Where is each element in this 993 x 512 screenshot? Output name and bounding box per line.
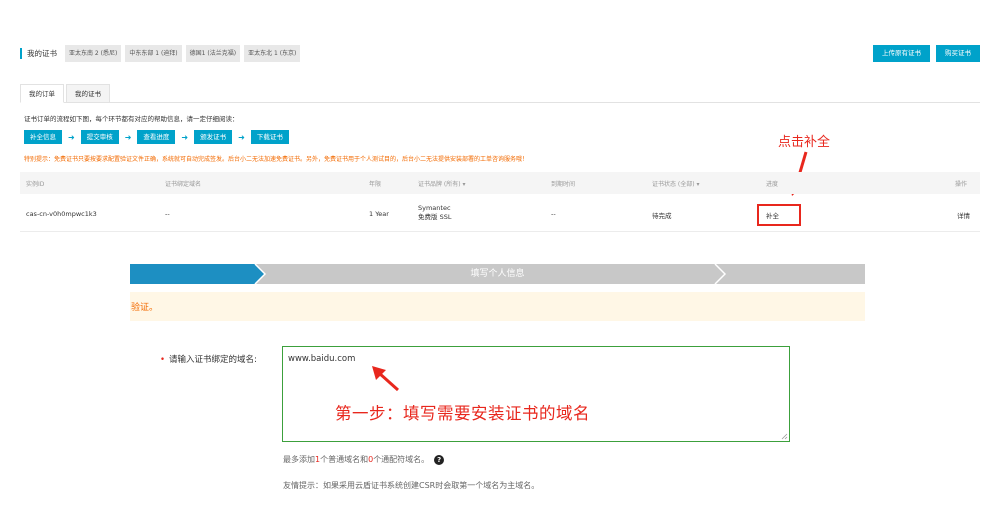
brand-edition: 免费版 SSL [418,213,452,221]
domain-limit-hint: 最多添加 1 个普通域名和 0 个通配符域名。 ? [283,454,445,465]
step-complete-info[interactable]: 补全信息 [24,130,62,144]
csr-tip: 友情提示：如果采用云盾证书系统创建CSR时会取第一个域名为主域名。 [283,481,540,490]
instance-id: cas-cn-v0h0mpwc1k3 [26,210,97,218]
arrow-right-icon: ➜ [181,132,189,142]
tab-my-certificates[interactable]: 我的证书 [66,84,110,103]
col-actions: 操作 [955,181,968,188]
col-instance-id: 实例ID [26,181,45,188]
notice-bar: 验证。 [130,292,865,321]
top-bar: 我的证书 亚太东南 2 (悉尼) 中东东部 1 (迪拜) 德国1 (法兰克福) … [20,43,980,63]
col-expiry: 到期时间 [551,181,576,188]
special-tip: 特别提示：免费证书只要按要求配置验证文件正确，系统就可自动完成签发。后台小二无法… [24,156,529,163]
hint-text: 个普通域名和 [320,455,369,464]
table-header: 实例ID 证书绑定域名 年限 证书品牌 (所有) ▾ 到期时间 证书状态 (全部… [20,172,980,194]
annotation-arrow-icon [372,366,400,392]
bound-domain: -- [165,210,170,218]
upload-certificate-button[interactable]: 上传原有证书 [873,44,930,62]
order-tabs: 我的订单 我的证书 [20,84,980,103]
annotation-click-complete: 点击补全 [778,135,831,150]
process-steps: 补全信息 ➜ 提交审核 ➜ 查看进度 ➜ 颁发证书 ➜ 下载证书 [24,130,289,144]
years: 1 Year [369,210,389,218]
domain-textarea[interactable]: www.baidu.com [282,346,790,442]
col-brand-filter[interactable]: 证书品牌 (所有) ▾ [418,179,466,188]
progress-steps-bar: 填写个人信息 [130,263,865,285]
col-years: 年限 [369,181,382,188]
arrow-right-icon: ➜ [124,132,132,142]
domain-label-text: 请输入证书绑定的域名: [169,355,257,365]
progress-step-label: 填写个人信息 [470,269,525,279]
table-row: cas-cn-v0h0mpwc1k3 -- 1 Year Symantec 免费… [20,194,980,232]
process-intro: 证书订单的流程如下图，每个环节都有对应的帮助信息，请一定仔细阅读： [24,115,239,123]
title-accent-bar [20,47,22,59]
annotation-highlight-box [757,204,801,226]
col-progress: 进度 [766,181,779,188]
status: 待完成 [652,212,672,220]
required-mark: • [160,355,166,365]
region-tab-sydney[interactable]: 亚太东南 2 (悉尼) [65,44,122,62]
page-title: 我的证书 [27,48,57,58]
help-icon[interactable]: ? [434,454,445,465]
domain-field-label: • 请输入证书绑定的域名: [160,353,257,365]
region-tab-tokyo[interactable]: 亚太东北 1 (东京) [244,44,301,62]
step-submit-review[interactable]: 提交审核 [80,130,119,144]
step-check-progress[interactable]: 查看进度 [137,130,176,144]
hint-text: 最多添加 [283,455,315,464]
col-status-filter[interactable]: 证书状态 (全部) ▾ [652,179,700,188]
annotation-step-one: 第一步：填写需要安装证书的域名 [335,404,590,423]
expiry: -- [551,210,556,218]
notice-text: 验证。 [131,303,159,313]
brand: Symantec 免费版 SSL [418,204,451,222]
hint-text: 个通配符域名。 [373,455,430,464]
details-link[interactable]: 详情 [957,210,970,220]
arrow-right-icon: ➜ [238,132,245,142]
brand-name: Symantec [418,204,451,212]
col-bound-domain: 证书绑定域名 [165,181,202,188]
arrow-right-icon: ➜ [68,132,75,142]
tab-my-orders[interactable]: 我的订单 [20,84,64,103]
orders-table: 实例ID 证书绑定域名 年限 证书品牌 (所有) ▾ 到期时间 证书状态 (全部… [20,172,980,232]
resize-handle-icon[interactable] [781,433,788,440]
buy-certificate-button[interactable]: 购买证书 [936,44,980,62]
step-download-certificate[interactable]: 下载证书 [250,130,289,144]
region-tab-dubai[interactable]: 中东东部 1 (迪拜) [125,44,182,62]
region-tab-frankfurt[interactable]: 德国1 (法兰克福) [185,44,241,62]
step-issue-certificate[interactable]: 颁发证书 [194,130,233,144]
domain-value: www.baidu.com [288,354,356,364]
